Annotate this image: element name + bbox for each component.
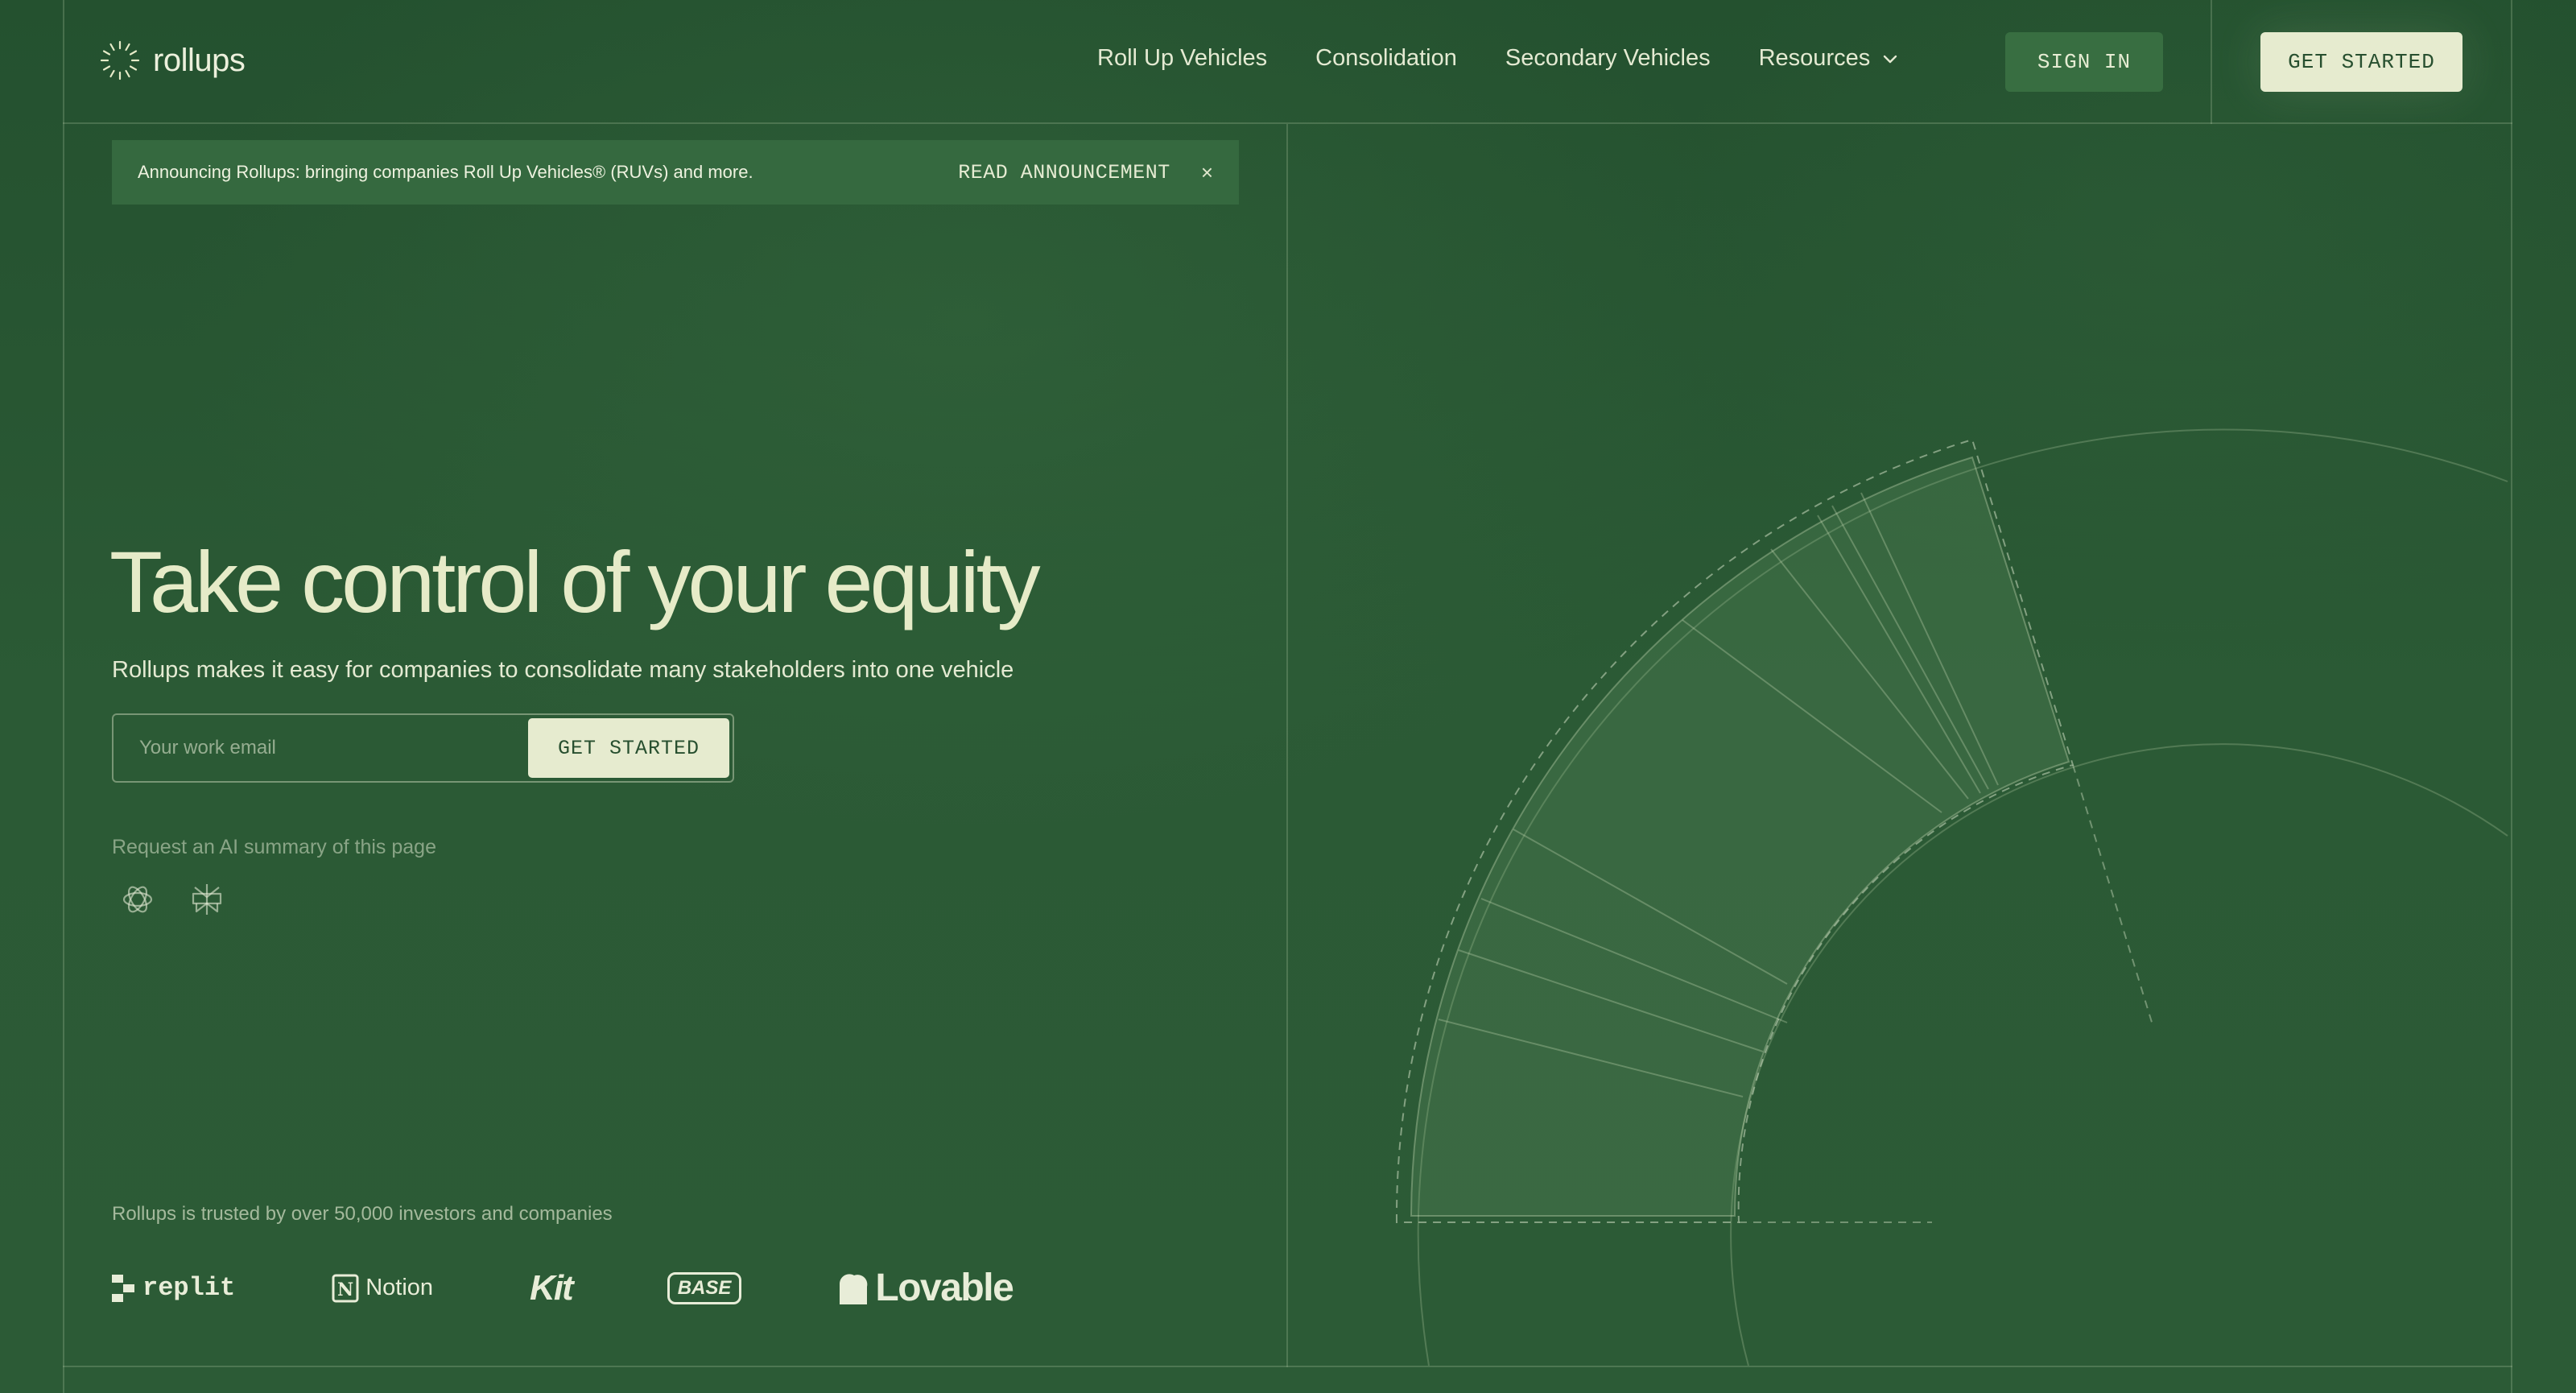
read-announcement-link[interactable]: READ ANNOUNCEMENT [958, 161, 1170, 184]
hero-subtitle: Rollups makes it easy for companies to c… [112, 657, 1014, 683]
nav-consolidation[interactable]: Consolidation [1315, 45, 1457, 72]
nav-resources-label: Resources [1758, 45, 1871, 71]
ai-summary-label: Request an AI summary of this page [112, 836, 436, 858]
lovable-logo-text: Lovable [875, 1267, 1013, 1309]
notion-logo: N Notion [332, 1274, 433, 1303]
announcement-banner: Announcing Rollups: bringing companies R… [112, 140, 1239, 205]
nav-resources[interactable]: Resources [1759, 45, 1900, 72]
perplexity-icon[interactable] [188, 881, 225, 918]
lovable-logo: Lovable [836, 1266, 1014, 1310]
brand-name: rollups [153, 42, 246, 78]
hero-title: Take control of your equity [109, 533, 1041, 630]
nav-secondary-vehicles[interactable]: Secondary Vehicles [1505, 45, 1711, 72]
close-icon[interactable]: × [1201, 160, 1213, 185]
equity-radial-graphic [1395, 428, 2508, 1366]
header-get-started-button[interactable]: GET STARTED [2260, 32, 2462, 92]
kit-logo: Kit [530, 1267, 574, 1308]
notion-mark-icon: N [332, 1274, 359, 1302]
brand-logo[interactable]: rollups [98, 39, 246, 82]
replit-logo: replit [112, 1273, 235, 1303]
replit-mark-icon [112, 1274, 134, 1302]
email-get-started-button[interactable]: GET STARTED [528, 718, 729, 778]
chevron-down-icon [1884, 55, 1897, 63]
segment-band [1410, 456, 2070, 1217]
announcement-text: Announcing Rollups: bringing companies R… [138, 162, 753, 182]
lovable-heart-icon [840, 1273, 868, 1304]
trusted-by-text: Rollups is trusted by over 50,000 invest… [112, 1203, 613, 1225]
footer-divider [63, 1366, 2512, 1367]
frame-line-left [63, 0, 64, 1393]
openai-icon[interactable] [119, 881, 156, 918]
rollups-logo-icon [100, 40, 140, 81]
replit-logo-text: replit [142, 1273, 236, 1303]
email-signup-form: GET STARTED [112, 713, 734, 783]
svg-text:N: N [337, 1279, 353, 1300]
header-divider [63, 122, 2512, 124]
main-nav: Roll Up Vehicles Consolidation Secondary… [1097, 45, 1899, 72]
nav-roll-up-vehicles[interactable]: Roll Up Vehicles [1097, 45, 1267, 72]
base-logo: BASE [667, 1271, 742, 1304]
customer-logos: replit N Notion Kit BASE Lovable [112, 1266, 1014, 1310]
email-input[interactable] [114, 715, 528, 781]
ai-summary-icons [119, 881, 225, 918]
notion-logo-text: Notion [365, 1275, 434, 1300]
frame-line-nav-divider [2211, 0, 2212, 124]
sign-in-button[interactable]: SIGN IN [2005, 32, 2163, 92]
